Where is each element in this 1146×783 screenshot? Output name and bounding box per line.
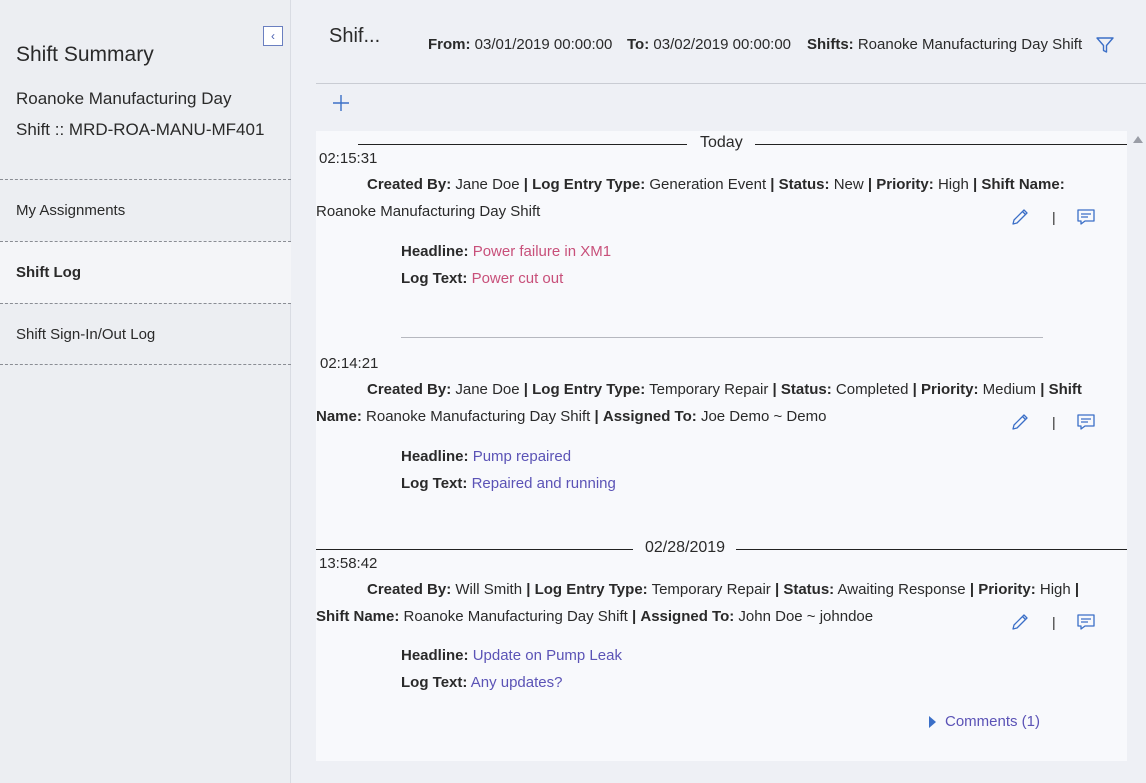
action-separator: |: [1052, 414, 1056, 430]
pencil-icon[interactable]: [1010, 207, 1030, 227]
comment-icon[interactable]: [1076, 412, 1096, 432]
caret-right-icon: [929, 715, 936, 728]
to-date: To: 03/02/2019 00:00:00: [627, 36, 792, 53]
date-divider: Today: [316, 134, 1127, 154]
scroll-up-arrow[interactable]: [1133, 136, 1143, 143]
chevron-left-icon: ‹: [271, 29, 275, 43]
entry-time: 02:15:31: [319, 150, 378, 167]
sidebar-nav: My Assignments Shift Log Shift Sign-In/O…: [0, 179, 291, 365]
from-date: From: 03/01/2019 00:00:00: [428, 36, 613, 53]
entry-actions: |: [1010, 612, 1100, 636]
comment-icon[interactable]: [1076, 207, 1096, 227]
date-divider-label: 02/28/2019: [645, 539, 726, 556]
sidebar: ‹ Shift Summary Roanoke Manufacturing Da…: [0, 0, 291, 783]
entry-actions: |: [1010, 412, 1100, 436]
entry-metadata: Created By: Jane Doe | Log Entry Type: T…: [316, 381, 1082, 425]
entry-separator: [401, 337, 1043, 338]
shift-log-feed: Today 02:15:31 Created By: Jane Doe | Lo…: [316, 131, 1127, 761]
entry-metadata: Created By: Will Smith | Log Entry Type:…: [316, 581, 1080, 625]
main-panel: Shif... From: 03/01/2019 00:00:00 To: 03…: [292, 0, 1146, 783]
comment-icon[interactable]: [1076, 612, 1096, 632]
pencil-icon[interactable]: [1010, 612, 1030, 632]
comments-count-label: Comments (1): [945, 713, 1041, 730]
sidebar-item-label: Shift Log: [16, 264, 81, 281]
sidebar-item-shift-sign-in-out-log[interactable]: Shift Sign-In/Out Log: [0, 303, 291, 365]
shift-name-line: Roanoke Manufacturing Day: [16, 89, 232, 108]
entry-log-text: Log Text: Any updates?: [401, 674, 563, 691]
sidebar-item-label: My Assignments: [16, 202, 126, 219]
page-header: Shif... From: 03/01/2019 00:00:00 To: 03…: [316, 0, 1146, 84]
collapse-sidebar-button[interactable]: ‹: [263, 26, 283, 46]
action-separator: |: [1052, 209, 1056, 225]
pencil-icon[interactable]: [1010, 412, 1030, 432]
sidebar-title: Shift Summary: [16, 43, 154, 66]
entry-actions: |: [1010, 207, 1100, 231]
date-divider-label: Today: [700, 134, 743, 151]
entry-metadata: Created By: Jane Doe | Log Entry Type: G…: [316, 176, 1065, 220]
page-title: Shif...: [329, 25, 381, 47]
sidebar-item-label: Shift Sign-In/Out Log: [16, 325, 156, 343]
date-divider: 02/28/2019: [316, 539, 1127, 559]
entry-headline: Headline: Pump repaired: [401, 448, 572, 465]
entry-log-text: Log Text: Power cut out: [401, 270, 564, 287]
filter-icon[interactable]: [1095, 35, 1115, 55]
entry-headline: Headline: Update on Pump Leak: [401, 647, 622, 664]
entry-time: 02:14:21: [320, 355, 379, 372]
sidebar-item-my-assignments[interactable]: My Assignments: [0, 179, 291, 241]
entry-log-text: Log Text: Repaired and running: [401, 475, 616, 492]
sidebar-item-shift-log[interactable]: Shift Log: [0, 241, 291, 303]
shifts-filter-value: Shifts: Roanoke Manufacturing Day Shift: [807, 36, 1083, 53]
shift-id-line: Shift :: MRD-ROA-MANU-MF401: [16, 120, 265, 139]
sidebar-subtitle: Roanoke Manufacturing Day Shift :: MRD-R…: [16, 83, 286, 145]
entry-headline: Headline: Power failure in XM1: [401, 243, 612, 260]
plus-icon[interactable]: [330, 92, 352, 114]
action-separator: |: [1052, 614, 1056, 630]
comments-toggle[interactable]: Comments (1): [929, 713, 1040, 730]
entry-time: 13:58:42: [319, 555, 378, 572]
